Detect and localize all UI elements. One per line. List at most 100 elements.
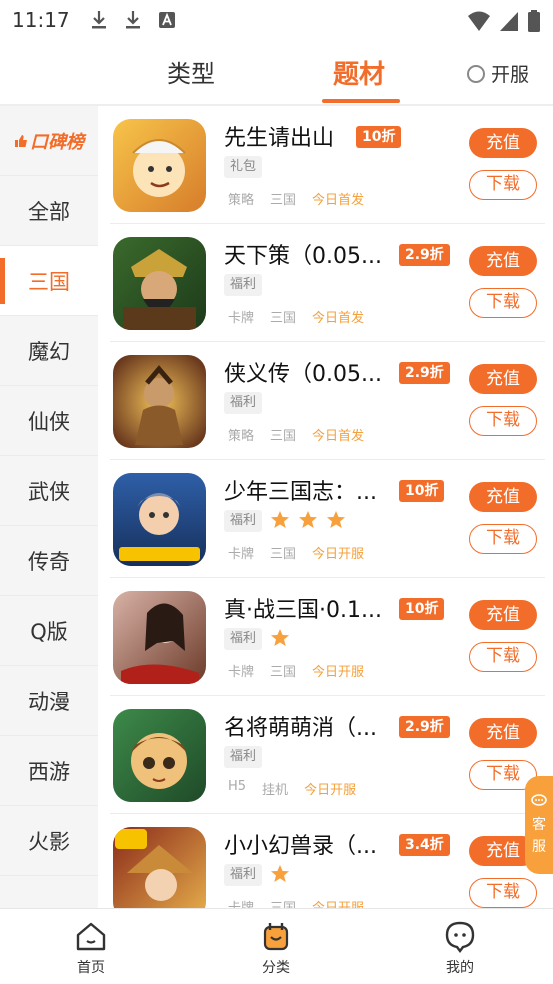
recharge-button[interactable]: 充值 — [469, 600, 537, 630]
category-icon — [263, 923, 289, 951]
meta-genre: 卡牌 — [228, 547, 255, 562]
discount-badge: 2.9折 — [399, 716, 450, 738]
customer-service-button[interactable]: 客 服 — [525, 776, 553, 874]
recharge-button[interactable]: 充值 — [469, 246, 537, 276]
recharge-button[interactable]: 充值 — [469, 364, 537, 394]
star-icon — [271, 865, 289, 882]
thumb-icon — [14, 129, 28, 153]
sidebar-item-xianxia[interactable]: 仙侠 — [0, 386, 98, 456]
sidebar-item-label: 武侠 — [28, 479, 70, 504]
sidebar-item-label: 仙侠 — [28, 409, 70, 434]
sidebar-item-label: 三国 — [28, 269, 70, 294]
download-button[interactable]: 下载 — [469, 524, 537, 554]
game-icon[interactable] — [113, 709, 206, 802]
download-button[interactable]: 下载 — [469, 406, 537, 436]
battery-icon — [527, 9, 541, 37]
status-time: 11:17 — [12, 8, 70, 32]
sidebar-item-chuanqi[interactable]: 传奇 — [0, 526, 98, 596]
discount-badge: 10折 — [356, 126, 402, 148]
sidebar-item-sanguo[interactable]: 三国 — [0, 246, 98, 316]
top-tabs: 类型 题材 开服 — [0, 40, 553, 104]
game-icon[interactable] — [113, 591, 206, 684]
sidebar-brand-label: 口碑榜 — [30, 131, 84, 153]
game-meta: 策略 三国 今日首发 — [228, 425, 364, 444]
game-meta: H5 挂机 今日开服 — [228, 779, 356, 798]
game-row[interactable]: 小小幻兽录（... 3.4折 福利 卡牌 三国 今日开服 充值 下载 — [98, 814, 553, 908]
sidebar-item-koubei[interactable]: 口碑榜 — [0, 106, 98, 176]
game-name: 小小幻兽录（... — [224, 834, 377, 859]
game-icon[interactable] — [113, 827, 206, 908]
download-button[interactable]: 下载 — [469, 288, 537, 318]
download-button[interactable]: 下载 — [469, 642, 537, 672]
meta-theme: 三国 — [270, 193, 297, 208]
download-button[interactable]: 下载 — [469, 170, 537, 200]
tag-badge: 福利 — [224, 628, 263, 650]
meta-genre: 策略 — [228, 429, 255, 444]
game-row[interactable]: 真·战三国·0.1... 10折 福利 卡牌 三国 今日开服 充值 下载 — [98, 578, 553, 696]
game-icon[interactable] — [113, 237, 206, 330]
meta-genre: 卡牌 — [228, 311, 255, 326]
meta-genre: H5 — [228, 779, 247, 794]
meta-theme: 三国 — [270, 547, 297, 562]
status-bar: 11:17 — [0, 0, 553, 40]
meta-theme: 挂机 — [262, 783, 289, 798]
game-icon[interactable] — [113, 119, 206, 212]
star-icon — [271, 511, 289, 528]
sidebar-item-all[interactable]: 全部 — [0, 176, 98, 246]
game-row[interactable]: 侠义传（0.05... 2.9折 福利 策略 三国 今日首发 充值 下载 — [98, 342, 553, 460]
sidebar-item-dongman[interactable]: 动漫 — [0, 666, 98, 736]
game-meta: 卡牌 三国 今日首发 — [228, 307, 364, 326]
meta-status: 今日首发 — [312, 429, 365, 444]
tab-topic[interactable]: 题材 — [333, 54, 385, 91]
service-label-1: 客 — [532, 817, 546, 833]
nav-mine[interactable]: 我的 — [420, 919, 500, 977]
star-icon — [327, 511, 345, 528]
meta-genre: 卡牌 — [228, 665, 255, 680]
game-icon[interactable] — [113, 355, 206, 448]
sidebar-item-qban[interactable]: Q版 — [0, 596, 98, 666]
meta-status: 今日开服 — [304, 783, 357, 798]
sidebar-item-label: 火影 — [28, 829, 70, 854]
sidebar-item-label: 魔幻 — [28, 339, 70, 364]
open-server-toggle[interactable]: 开服 — [466, 60, 529, 87]
rating-stars — [270, 628, 290, 648]
download-button[interactable]: 下载 — [469, 878, 537, 908]
sidebar-item-mohuan[interactable]: 魔幻 — [0, 316, 98, 386]
star-icon — [271, 629, 289, 646]
meta-theme: 三国 — [270, 429, 297, 444]
chat-icon — [531, 794, 547, 812]
sidebar-item-wuxia[interactable]: 武侠 — [0, 456, 98, 526]
sidebar-item-xiyou[interactable]: 西游 — [0, 736, 98, 806]
recharge-button[interactable]: 充值 — [469, 482, 537, 512]
nav-category[interactable]: 分类 — [236, 919, 316, 977]
home-icon — [76, 922, 106, 951]
sidebar-item-huoying[interactable]: 火影 — [0, 806, 98, 876]
tab-type[interactable]: 类型 — [167, 54, 215, 89]
radio-icon[interactable] — [466, 64, 485, 83]
recharge-button[interactable]: 充值 — [469, 718, 537, 748]
game-row[interactable]: 先生请出山 10折 礼包 策略 三国 今日首发 充值 下载 — [98, 106, 553, 224]
meta-theme: 三国 — [270, 897, 296, 908]
tag-badge: 礼包 — [224, 156, 263, 178]
star-icon — [299, 511, 317, 528]
game-icon[interactable] — [113, 473, 206, 566]
nav-mine-label: 我的 — [446, 960, 474, 976]
game-name: 天下策（0.05... — [224, 244, 382, 269]
meta-genre: 卡牌 — [228, 897, 254, 908]
tag-badge: 福利 — [224, 392, 263, 414]
category-sidebar: 口碑榜 全部 三国 魔幻 仙侠 武侠 传奇 Q版 动漫 西游 火影 — [0, 106, 98, 908]
wifi-icon — [467, 10, 491, 36]
discount-badge: 10折 — [399, 480, 445, 502]
game-meta: 卡牌 三国 今日开服 — [228, 543, 364, 562]
game-name: 真·战三国·0.1... — [224, 598, 382, 623]
status-right — [467, 9, 541, 37]
game-row[interactable]: 天下策（0.05... 2.9折 福利 卡牌 三国 今日首发 充值 下载 — [98, 224, 553, 342]
nav-home[interactable]: 首页 — [51, 919, 131, 977]
signal-icon — [499, 10, 519, 36]
game-row[interactable]: 少年三国志：... 10折 福利 卡牌 三国 今日开服 充值 下载 — [98, 460, 553, 578]
nav-home-label: 首页 — [77, 960, 105, 976]
recharge-button[interactable]: 充值 — [469, 128, 537, 158]
meta-theme: 三国 — [270, 311, 297, 326]
discount-badge: 2.9折 — [399, 244, 450, 266]
game-row[interactable]: 名将萌萌消（... 2.9折 福利 H5 挂机 今日开服 充值 下载 — [98, 696, 553, 814]
